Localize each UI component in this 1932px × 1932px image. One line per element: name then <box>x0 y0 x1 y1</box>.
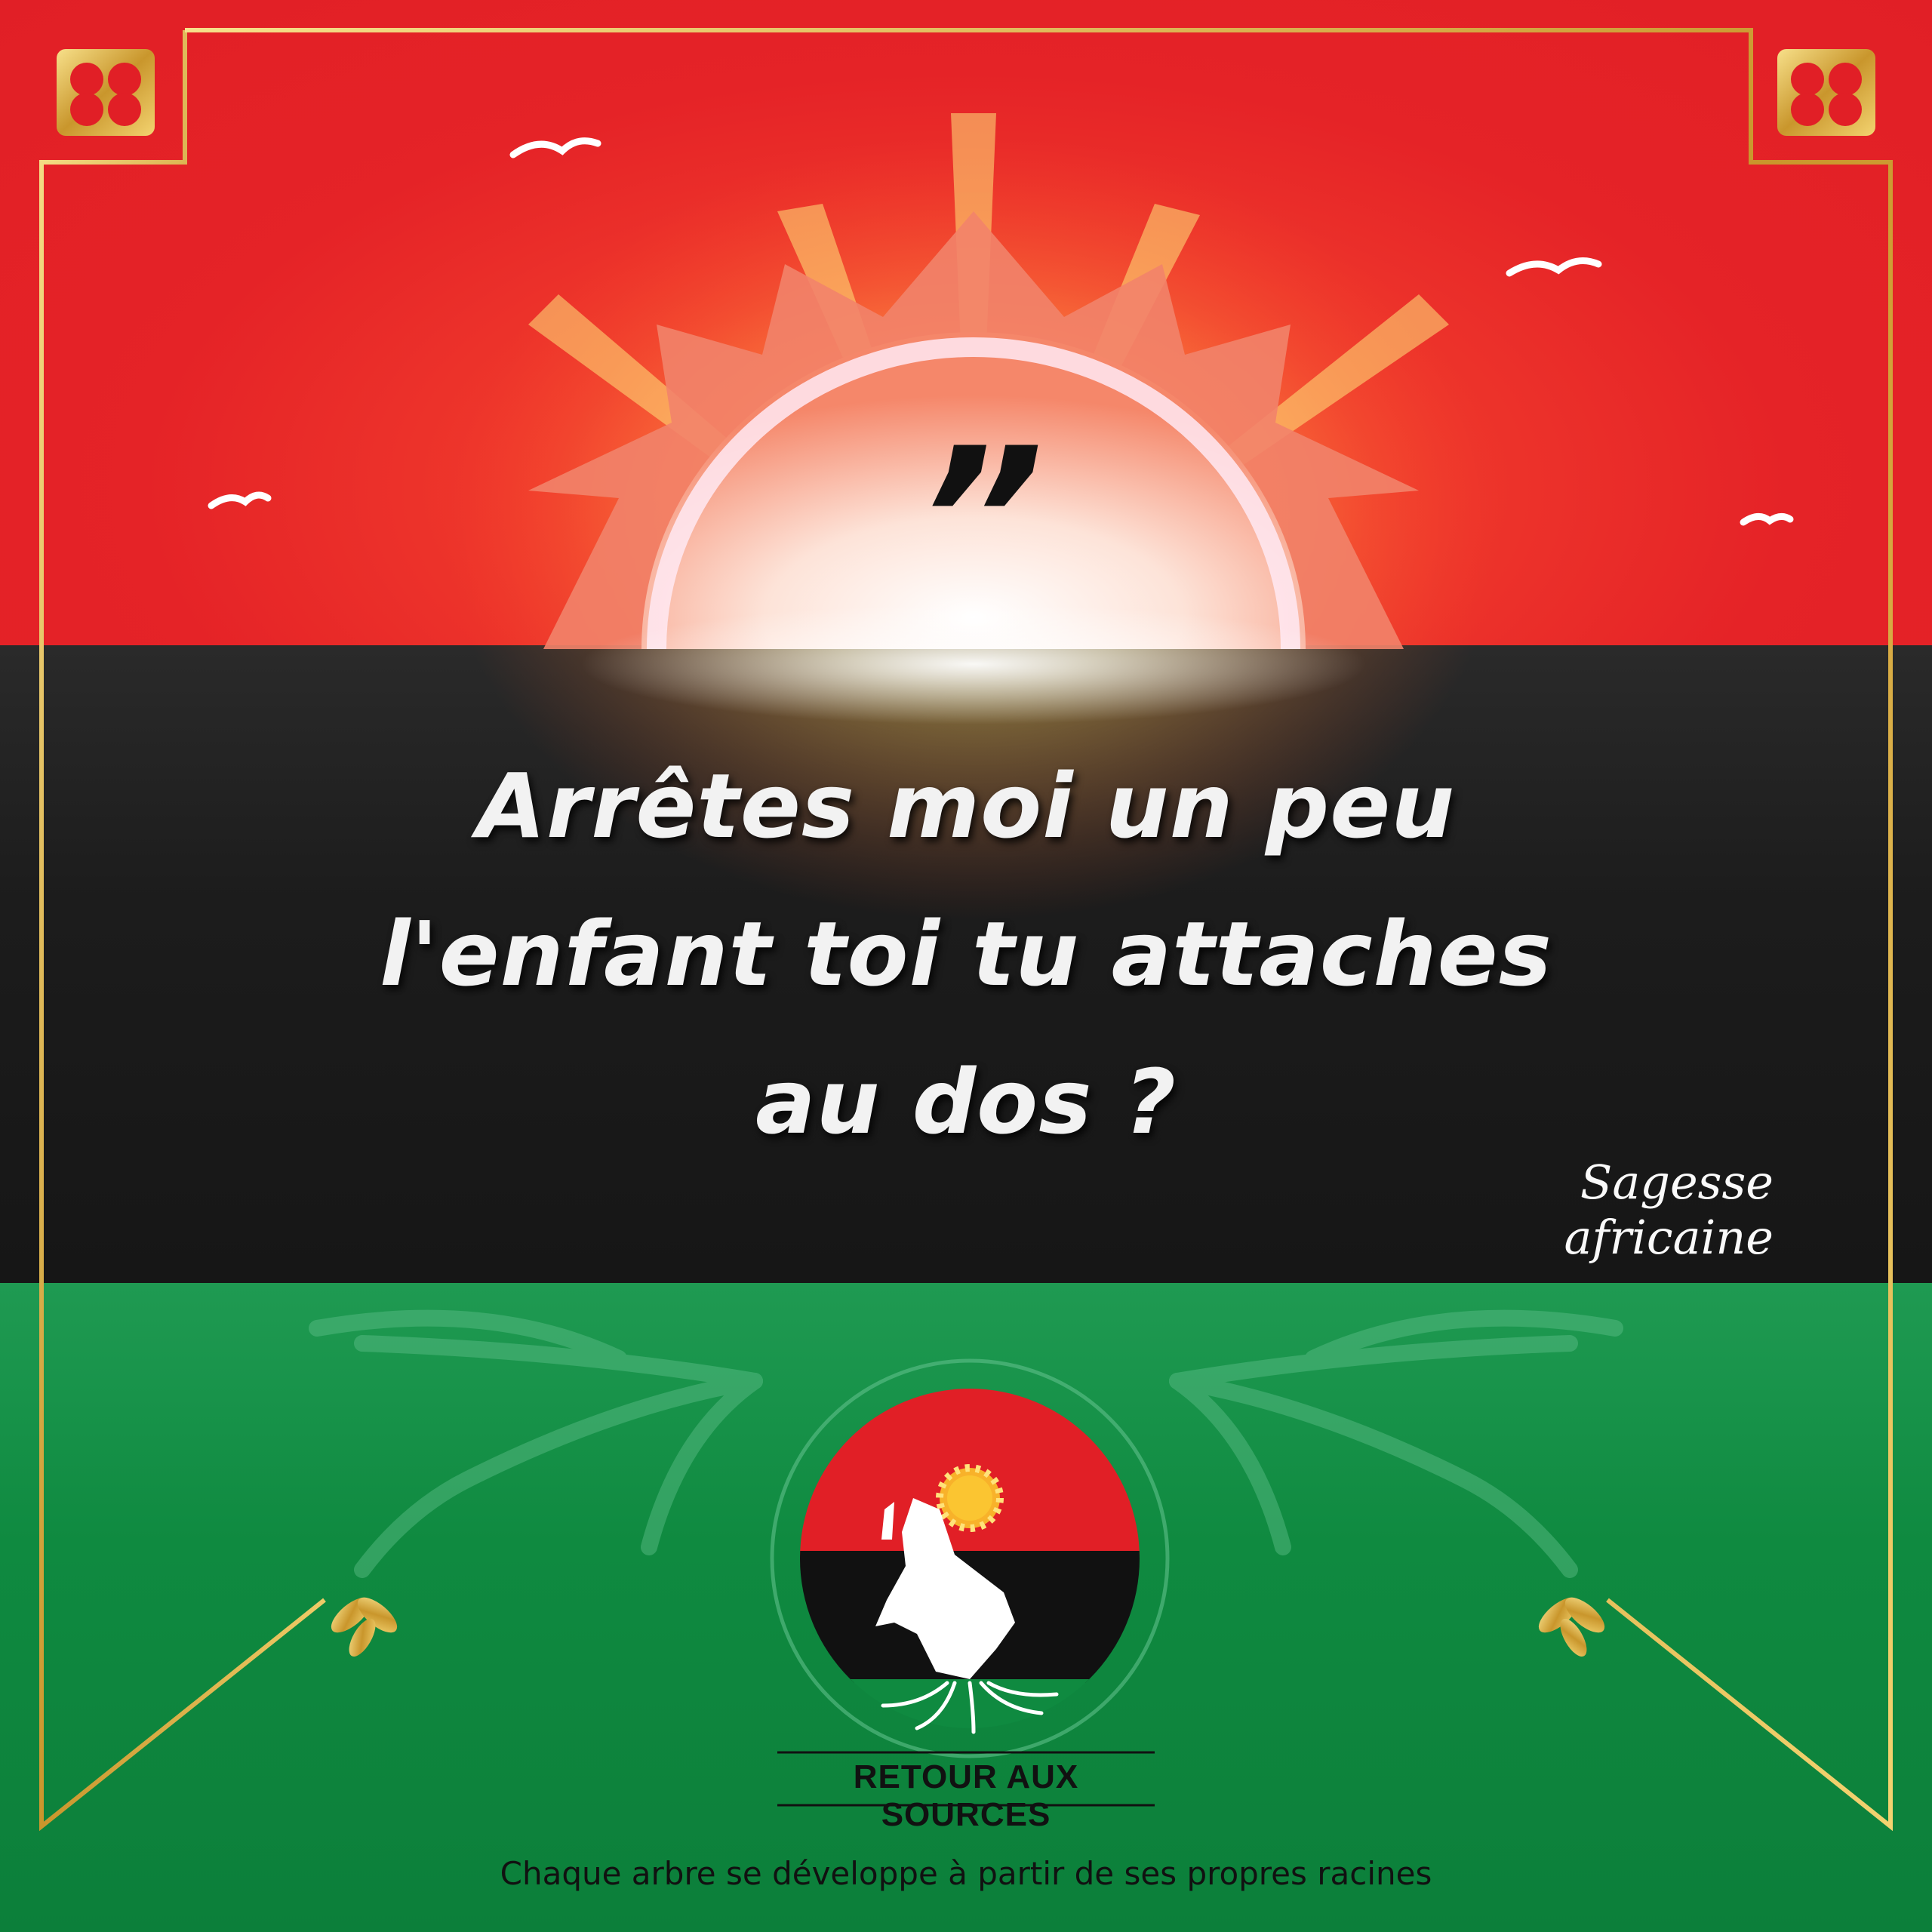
poster: ” Arrêtes moi un peu l'enfant toi tu att… <box>0 0 1932 1932</box>
quote-line: l'enfant toi tu attaches <box>380 902 1552 1006</box>
logo-emblem <box>770 1358 1170 1807</box>
quote-attribution: Sagesse africaine <box>1564 1155 1774 1265</box>
ornament-icon <box>57 49 155 136</box>
leaf-icon <box>331 1597 398 1657</box>
quote-mark: ” <box>918 407 1044 635</box>
brand-name: RETOUR AUX SOURCES <box>853 1758 1079 1833</box>
brand-tagline: Chaque arbre se développe à partir de se… <box>500 1855 1432 1892</box>
ornament-icon <box>1777 49 1875 136</box>
quote-line: au dos ? <box>755 1050 1177 1154</box>
quote-line: Arrêtes moi un peu <box>476 754 1456 858</box>
quote-text: Arrêtes moi un peu l'enfant toi tu attac… <box>211 732 1721 1176</box>
leaf-icon <box>1538 1597 1605 1657</box>
sun-icon <box>936 1464 1004 1532</box>
